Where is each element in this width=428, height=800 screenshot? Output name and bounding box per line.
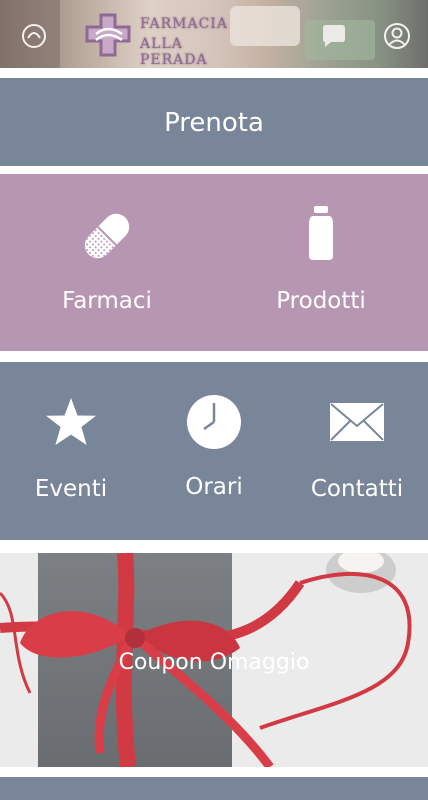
next-section-panel[interactable]: [0, 777, 428, 800]
farmaci-label: Farmaci: [62, 288, 152, 314]
eventi-button[interactable]: Eventi: [16, 396, 126, 502]
menu-icon[interactable]: [20, 22, 48, 50]
coupon-omaggio-button[interactable]: Coupon Omaggio: [0, 553, 428, 767]
clock-icon: [187, 395, 241, 449]
contatti-label: Contatti: [310, 476, 404, 502]
info-section: Eventi Orari Contatti: [0, 362, 428, 540]
contatti-button[interactable]: Contatti: [298, 402, 416, 502]
prodotti-button[interactable]: Prodotti: [254, 204, 388, 314]
orari-label: Orari: [185, 474, 243, 500]
pharmacy-cross-icon: [85, 13, 131, 57]
star-icon: [46, 398, 96, 445]
farmaci-button[interactable]: Farmaci: [40, 206, 174, 314]
pill-capsule-icon: [84, 213, 130, 259]
mail-envelope-icon: [330, 403, 384, 441]
prenota-button[interactable]: Prenota: [0, 78, 428, 166]
app-header: FARMACIA ALLA PERADA: [0, 0, 428, 68]
pharmacy-logo: FARMACIA ALLA PERADA: [82, 12, 242, 68]
user-account-icon[interactable]: [383, 22, 411, 50]
chat-icon[interactable]: [320, 22, 348, 50]
logo-text: FARMACIA: [140, 16, 228, 32]
logo-text: ALLA PERADA: [140, 36, 208, 68]
prodotti-label: Prodotti: [276, 288, 366, 314]
prenota-label: Prenota: [164, 108, 264, 138]
orari-button[interactable]: Orari: [159, 394, 269, 500]
products-section: Farmaci Prodotti: [0, 174, 428, 351]
eventi-label: Eventi: [34, 476, 108, 502]
coupon-label: Coupon Omaggio: [118, 650, 310, 675]
bottle-icon: [309, 206, 333, 260]
